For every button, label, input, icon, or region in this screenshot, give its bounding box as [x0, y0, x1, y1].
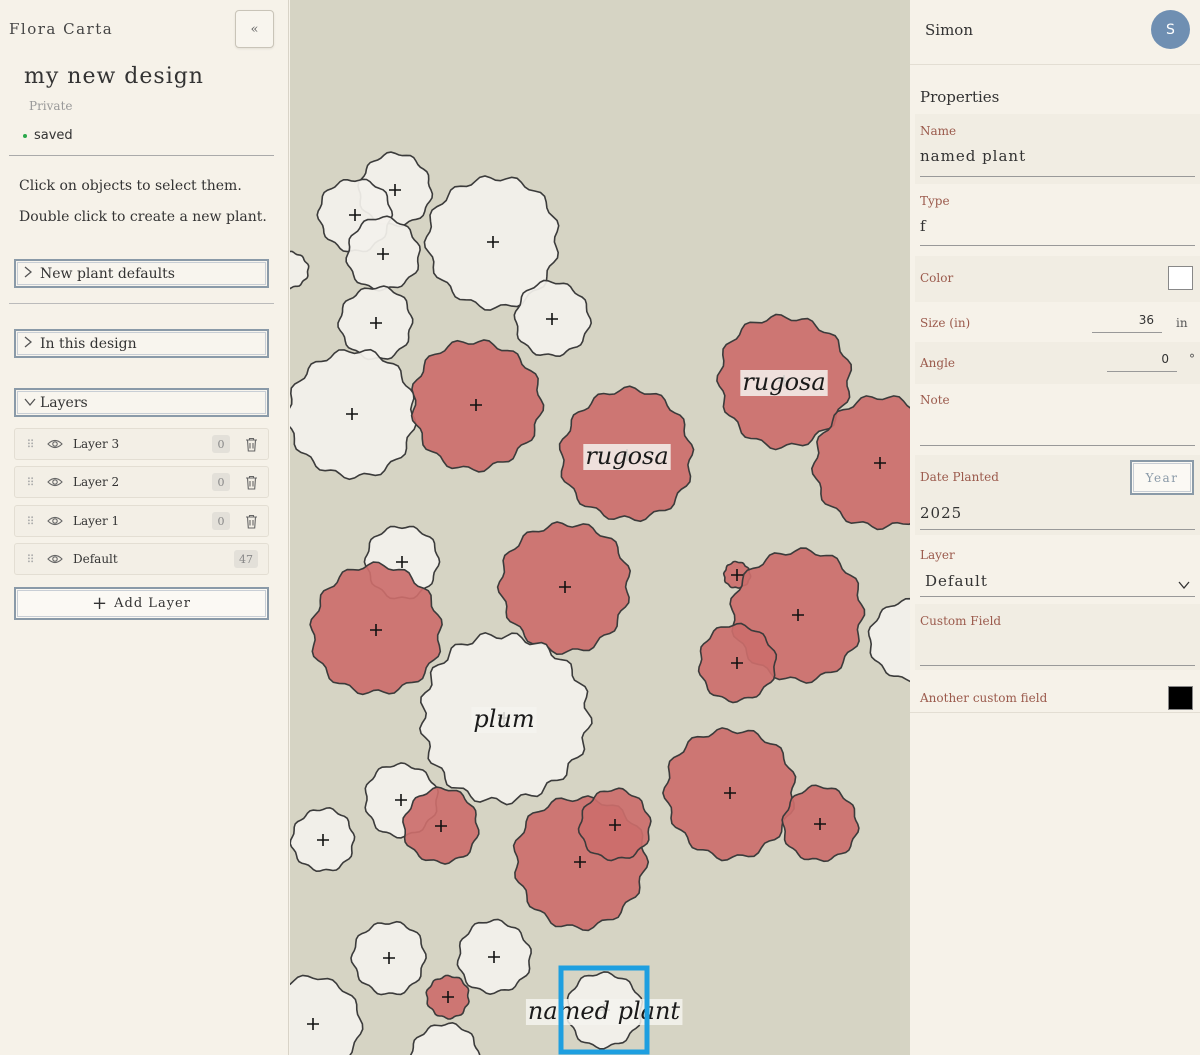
add-layer-label: Add Layer [114, 596, 191, 611]
save-status: saved [23, 128, 73, 143]
trash-icon[interactable] [240, 475, 262, 490]
chevron-down-icon [24, 395, 36, 410]
layer-field: Layer [920, 548, 1195, 562]
custom-field[interactable]: Custom Field [920, 614, 1195, 637]
plant-map[interactable]: rugosa rugosa plum named plant [290, 0, 910, 1055]
angle-input[interactable]: 0 [1107, 352, 1177, 372]
in-this-design-label: In this design [40, 335, 137, 352]
layer-name: Layer 1 [73, 514, 120, 528]
in-this-design-toggle[interactable]: In this design [14, 329, 269, 358]
layer-name: Default [73, 552, 118, 566]
type-field[interactable]: Type f [920, 194, 1195, 235]
design-name[interactable]: my new design [24, 64, 204, 89]
plant-label: rugosa [585, 442, 668, 470]
collapse-sidebar-button[interactable]: « [235, 10, 274, 48]
chevron-down-icon[interactable] [1178, 574, 1190, 593]
custom-field-label: Custom Field [920, 614, 1002, 628]
eye-icon[interactable] [45, 477, 65, 487]
plant-label: plum [473, 705, 534, 733]
another-custom-color-swatch[interactable] [1168, 686, 1193, 710]
app-title: Flora Carta [9, 20, 114, 38]
date-underline [920, 529, 1195, 530]
plus-icon: + [92, 593, 109, 614]
divider [9, 303, 274, 304]
drag-handle-icon[interactable]: ⠿ [15, 476, 45, 489]
another-custom-field-label: Another custom field [920, 691, 1048, 705]
plant-label: named plant [528, 997, 681, 1025]
white-plant[interactable] [409, 1021, 481, 1055]
trash-icon[interactable] [240, 437, 262, 452]
angle-unit: ° [1189, 352, 1195, 366]
note-field[interactable]: Note [920, 393, 1195, 416]
color-field: Color [920, 271, 1195, 285]
user-bar: Simon S [910, 0, 1200, 65]
layer-row[interactable]: ⠿ Layer 2 0 [14, 466, 269, 498]
status-dot-icon [23, 133, 27, 138]
new-plant-defaults-toggle[interactable]: New plant defaults [14, 259, 269, 288]
layer-name: Layer 2 [73, 475, 120, 489]
size-input[interactable]: 36 [1092, 313, 1162, 333]
layer-name: Layer 3 [73, 437, 120, 451]
name-field[interactable]: Name named plant [920, 124, 1195, 165]
white-plant[interactable] [290, 250, 310, 290]
another-custom-field: Another custom field [920, 691, 1195, 705]
instruction-create: Double click to create a new plant. [19, 209, 267, 225]
drag-handle-icon[interactable]: ⠿ [15, 553, 45, 566]
white-plant[interactable] [290, 974, 364, 1055]
drag-handle-icon[interactable]: ⠿ [15, 438, 45, 451]
layer-count-badge: 0 [212, 512, 230, 530]
layer-row[interactable]: ⠿ Layer 1 0 [14, 505, 269, 537]
layer-row[interactable]: ⠿ Layer 3 0 [14, 428, 269, 460]
layer-row[interactable]: ⠿ Default 47 [14, 543, 269, 575]
type-input[interactable]: f [920, 217, 1195, 235]
layer-count-badge: 47 [234, 550, 258, 568]
type-underline [920, 245, 1195, 246]
avatar[interactable]: S [1151, 10, 1190, 49]
divider [9, 155, 274, 156]
layer-count-badge: 0 [212, 473, 230, 491]
user-name: Simon [925, 21, 973, 39]
size-unit: in [1176, 316, 1188, 330]
eye-icon[interactable] [45, 516, 65, 526]
layer-label: Layer [920, 548, 955, 562]
color-swatch[interactable] [1168, 266, 1193, 290]
layer-underline [920, 596, 1195, 597]
plant-label: rugosa [742, 368, 825, 396]
date-mode-year-button[interactable]: Year [1130, 460, 1194, 495]
trash-icon[interactable] [240, 514, 262, 529]
new-plant-defaults-label: New plant defaults [40, 265, 175, 282]
properties-title: Properties [920, 88, 1000, 106]
name-underline [920, 176, 1195, 177]
name-label: Name [920, 124, 957, 138]
left-sidebar: Flora Carta « my new design Private save… [0, 0, 289, 1055]
note-label: Note [920, 393, 950, 407]
layers-toggle[interactable]: Layers [14, 388, 269, 417]
name-input[interactable]: named plant [920, 147, 1195, 165]
date-input[interactable]: 2025 [920, 504, 962, 522]
drag-handle-icon[interactable]: ⠿ [15, 515, 45, 528]
eye-icon[interactable] [45, 554, 65, 564]
chevron-right-icon [24, 336, 34, 352]
eye-icon[interactable] [45, 439, 65, 449]
red-plant[interactable] [410, 339, 545, 473]
add-layer-button[interactable]: + Add Layer [14, 587, 269, 620]
white-plant[interactable] [867, 597, 911, 683]
design-privacy: Private [29, 99, 73, 113]
layer-select[interactable]: Default [925, 572, 988, 590]
design-canvas[interactable]: rugosa rugosa plum named plant [290, 0, 910, 1055]
type-label: Type [920, 194, 950, 208]
color-label: Color [920, 271, 954, 285]
note-underline [920, 445, 1195, 446]
right-panel: Simon S Properties Name named plant Type… [910, 0, 1200, 1055]
layer-count-badge: 0 [212, 435, 230, 453]
layers-label: Layers [40, 394, 88, 411]
chevron-right-icon [24, 266, 34, 282]
save-status-text: saved [34, 128, 73, 143]
custom-underline [920, 665, 1195, 666]
instruction-select: Click on objects to select them. [19, 178, 242, 194]
